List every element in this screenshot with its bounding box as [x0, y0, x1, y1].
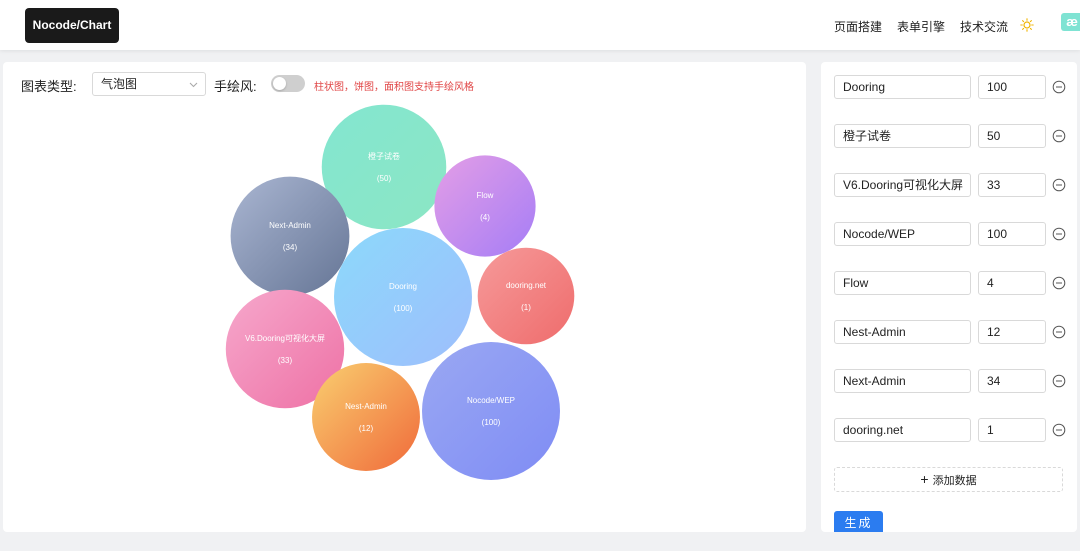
data-value-input[interactable]: 100	[978, 222, 1046, 246]
nav-link-form-engine[interactable]: 表单引擎	[897, 18, 945, 35]
bubble-label: Next-Admin	[269, 221, 311, 230]
remove-row-icon[interactable]	[1052, 423, 1066, 437]
data-name-input[interactable]: V6.Dooring可视化大屏	[834, 173, 971, 197]
data-name-input[interactable]: Nocode/WEP	[834, 222, 971, 246]
bubble-value: (1)	[521, 303, 531, 312]
data-value-input[interactable]: 33	[978, 173, 1046, 197]
data-value-input[interactable]: 34	[978, 369, 1046, 393]
remove-row-icon[interactable]	[1052, 374, 1066, 388]
remove-row-icon[interactable]	[1052, 178, 1066, 192]
sun-icon[interactable]	[1020, 18, 1034, 32]
remove-row-icon[interactable]	[1052, 227, 1066, 241]
data-row: Next-Admin 34	[834, 369, 1074, 394]
bubble-label: Flow	[477, 191, 494, 200]
data-row: Nest-Admin 12	[834, 320, 1074, 345]
top-bar: Nocode/Chart 页面搭建 表单引擎 技术交流 æ	[0, 0, 1080, 50]
remove-row-icon[interactable]	[1052, 276, 1066, 290]
chart-panel: 图表类型: 气泡图 手绘风: 柱状图，饼图，面积图支持手绘风格 橙子试卷 (50)…	[3, 62, 806, 532]
data-value-input[interactable]: 1	[978, 418, 1046, 442]
bubble-value: (50)	[377, 174, 392, 183]
nav-link-page-builder[interactable]: 页面搭建	[834, 18, 882, 35]
data-name-input[interactable]: Dooring	[834, 75, 971, 99]
bubble-label: V6.Dooring可视化大屏	[245, 333, 325, 343]
data-value-input[interactable]: 12	[978, 320, 1046, 344]
bubble[interactable]	[422, 342, 560, 480]
data-row: Dooring 100	[834, 75, 1074, 100]
bubble-value: (33)	[278, 356, 293, 365]
data-value-input[interactable]: 50	[978, 124, 1046, 148]
remove-row-icon[interactable]	[1052, 129, 1066, 143]
bubble-value: (100)	[394, 304, 413, 313]
data-name-input[interactable]: 橙子试卷	[834, 124, 971, 148]
generate-button[interactable]: 生成	[834, 511, 883, 532]
bubble[interactable]	[230, 176, 350, 296]
data-name-input[interactable]: Next-Admin	[834, 369, 971, 393]
data-row: dooring.net 1	[834, 418, 1074, 443]
data-row: Nocode/WEP 100	[834, 222, 1074, 247]
data-row: 橙子试卷 50	[834, 124, 1074, 149]
bubble-value: (12)	[359, 424, 374, 433]
data-name-input[interactable]: dooring.net	[834, 418, 971, 442]
bubble-label: Nocode/WEP	[467, 396, 515, 405]
bubble[interactable]	[312, 363, 420, 471]
add-data-label: 添加数据	[932, 475, 977, 487]
bubble[interactable]	[434, 155, 536, 257]
bubble-label: Dooring	[389, 282, 417, 291]
brand-icon[interactable]: æ	[1061, 13, 1080, 31]
data-row: Flow 4	[834, 271, 1074, 296]
data-name-input[interactable]: Nest-Admin	[834, 320, 971, 344]
bubble-value: (4)	[480, 213, 490, 222]
data-row: V6.Dooring可视化大屏 33	[834, 173, 1074, 198]
bubble[interactable]	[477, 247, 575, 345]
bubble-label: dooring.net	[506, 281, 547, 290]
data-name-input[interactable]: Flow	[834, 271, 971, 295]
remove-row-icon[interactable]	[1052, 325, 1066, 339]
bubble-value: (34)	[283, 243, 298, 252]
bubble-label: 橙子试卷	[368, 151, 400, 161]
bubble[interactable]	[334, 228, 472, 366]
remove-row-icon[interactable]	[1052, 80, 1066, 94]
nav-link-tech-exchange[interactable]: 技术交流	[960, 18, 1008, 35]
data-panel: Dooring 100 橙子试卷 50 V6.Dooring可视化大屏 33 Nocode/…	[821, 62, 1077, 532]
add-data-button[interactable]: + 添加数据	[834, 467, 1063, 492]
app-logo[interactable]: Nocode/Chart	[25, 8, 119, 43]
data-value-input[interactable]: 100	[978, 75, 1046, 99]
data-value-input[interactable]: 4	[978, 271, 1046, 295]
plus-icon: +	[920, 471, 929, 487]
bubble-chart: 橙子试卷 (50) Flow (4) Next-Admin (34) Dooring (100…	[225, 104, 575, 480]
bubble-label: Nest-Admin	[345, 402, 387, 411]
bubble-value: (100)	[482, 418, 501, 427]
